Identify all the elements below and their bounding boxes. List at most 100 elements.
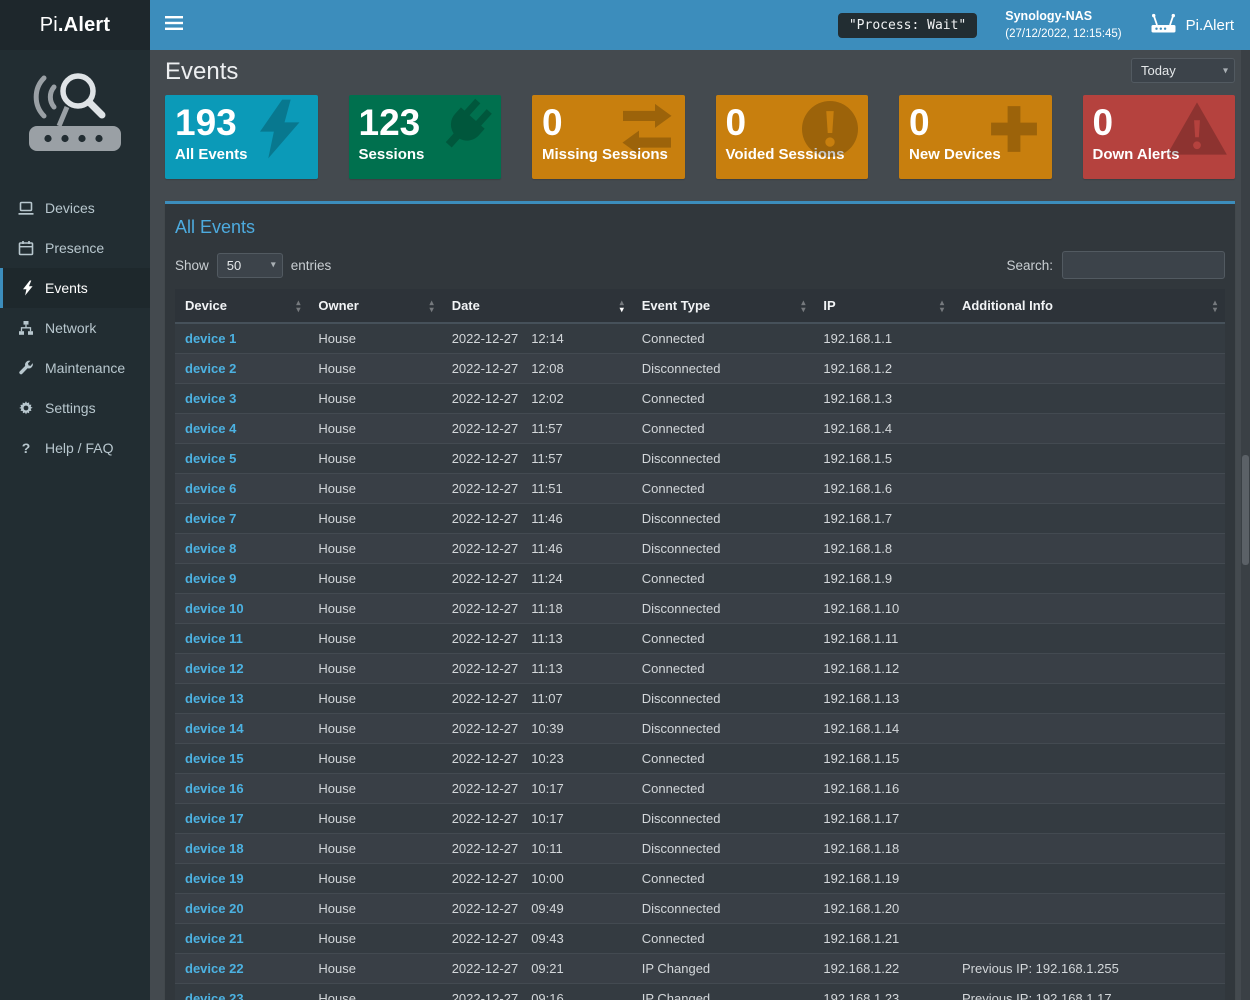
additional-info-cell <box>952 323 1225 354</box>
device-link[interactable]: device 23 <box>185 991 244 1000</box>
table-row: device 5 House 2022-12-2711:57 Disconnec… <box>175 444 1225 474</box>
event-type-cell: Connected <box>632 414 814 444</box>
device-link[interactable]: device 2 <box>185 361 236 376</box>
date-value: 2022-12-27 <box>452 331 519 346</box>
sidebar-item-maintenance[interactable]: Maintenance <box>0 348 150 388</box>
events-table-body: device 1 House 2022-12-2712:14 Connected… <box>175 323 1225 1000</box>
device-link[interactable]: device 12 <box>185 661 244 676</box>
scrollbar-thumb[interactable] <box>1242 455 1249 565</box>
date-value: 2022-12-27 <box>452 541 519 556</box>
column-header-additional-info[interactable]: Additional Info ▴▾ <box>952 289 1225 323</box>
time-value: 11:13 <box>531 661 563 676</box>
host-timestamp: (27/12/2022, 12:15:45) <box>1005 26 1121 42</box>
sidebar-toggle-button[interactable] <box>150 0 198 50</box>
owner-cell: House <box>308 504 441 534</box>
device-link[interactable]: device 6 <box>185 481 236 496</box>
sidebar-item-devices[interactable]: Devices <box>0 188 150 228</box>
additional-info-cell <box>952 714 1225 744</box>
column-header-ip[interactable]: IP ▴▾ <box>813 289 952 323</box>
calendar-icon <box>17 240 35 256</box>
ip-cell: 192.168.1.17 <box>813 804 952 834</box>
event-type-cell: Connected <box>632 323 814 354</box>
device-link[interactable]: device 16 <box>185 781 244 796</box>
ip-cell: 192.168.1.9 <box>813 564 952 594</box>
date-value: 2022-12-27 <box>452 361 519 376</box>
device-link[interactable]: device 9 <box>185 571 236 586</box>
device-cell: device 12 <box>175 654 308 684</box>
device-link[interactable]: device 22 <box>185 961 244 976</box>
device-link[interactable]: device 11 <box>185 631 243 646</box>
table-row: device 7 House 2022-12-2711:46 Disconnec… <box>175 504 1225 534</box>
search-label: Search: <box>1006 258 1053 273</box>
search-input[interactable] <box>1062 251 1225 279</box>
hamburger-icon <box>165 16 183 35</box>
device-link[interactable]: device 13 <box>185 691 244 706</box>
ip-cell: 192.168.1.5 <box>813 444 952 474</box>
event-type-cell: Disconnected <box>632 714 814 744</box>
device-cell: device 11 <box>175 624 308 654</box>
ip-cell: 192.168.1.23 <box>813 984 952 1000</box>
event-type-cell: Disconnected <box>632 354 814 384</box>
date-cell: 2022-12-2709:16 <box>442 984 632 1000</box>
sidebar-item-presence[interactable]: Presence <box>0 228 150 268</box>
event-type-cell: IP Changed <box>632 984 814 1000</box>
date-value: 2022-12-27 <box>452 991 519 1000</box>
date-cell: 2022-12-2712:02 <box>442 384 632 414</box>
device-link[interactable]: device 5 <box>185 451 236 466</box>
sidebar-item-network[interactable]: Network <box>0 308 150 348</box>
owner-cell: House <box>308 864 441 894</box>
stat-card-sessions: 123 Sessions <box>349 95 502 179</box>
event-type-cell: Connected <box>632 624 814 654</box>
column-header-event-type[interactable]: Event Type ▴▾ <box>632 289 814 323</box>
column-header-date[interactable]: Date ▴▾ <box>442 289 632 323</box>
sidebar-item-events[interactable]: Events <box>0 268 150 308</box>
time-value: 11:51 <box>531 481 563 496</box>
event-type-cell: Connected <box>632 744 814 774</box>
device-link[interactable]: device 7 <box>185 511 236 526</box>
column-header-device[interactable]: Device ▴▾ <box>175 289 308 323</box>
device-link[interactable]: device 20 <box>185 901 244 916</box>
search-control: Search: <box>1006 251 1225 279</box>
host-info: Synology-NAS (27/12/2022, 12:15:45) <box>1005 8 1121 42</box>
device-cell: device 5 <box>175 444 308 474</box>
date-value: 2022-12-27 <box>452 571 519 586</box>
page-size-select[interactable]: 50 <box>217 253 283 278</box>
device-link[interactable]: device 15 <box>185 751 244 766</box>
device-link[interactable]: device 8 <box>185 541 236 556</box>
period-select[interactable]: Today <box>1131 58 1235 83</box>
device-link[interactable]: device 14 <box>185 721 244 736</box>
device-link[interactable]: device 19 <box>185 871 244 886</box>
table-row: device 13 House 2022-12-2711:07 Disconne… <box>175 684 1225 714</box>
device-cell: device 15 <box>175 744 308 774</box>
stat-card-missing-sessions: 0 Missing Sessions <box>532 95 685 179</box>
additional-info-cell <box>952 774 1225 804</box>
date-cell: 2022-12-2710:23 <box>442 744 632 774</box>
device-link[interactable]: device 21 <box>185 931 244 946</box>
sidebar-item-settings[interactable]: Settings <box>0 388 150 428</box>
device-link[interactable]: device 17 <box>185 811 244 826</box>
date-value: 2022-12-27 <box>452 751 519 766</box>
time-value: 11:57 <box>531 421 563 436</box>
device-link[interactable]: device 18 <box>185 841 244 856</box>
router-icon <box>1150 13 1177 38</box>
device-link[interactable]: device 3 <box>185 391 236 406</box>
owner-cell: House <box>308 624 441 654</box>
date-value: 2022-12-27 <box>452 721 519 736</box>
event-type-cell: Disconnected <box>632 534 814 564</box>
device-link[interactable]: device 1 <box>185 331 236 346</box>
app-logo-text: Pi <box>40 14 58 37</box>
scrollbar[interactable] <box>1241 50 1250 1000</box>
sort-icon: ▴▾ <box>1213 299 1217 313</box>
device-link[interactable]: device 4 <box>185 421 236 436</box>
sidebar-item-help[interactable]: ? Help / FAQ <box>0 428 150 468</box>
all-events-panel: All Events Show 50 ▾ entries Search: <box>165 201 1235 1000</box>
sort-icon: ▴▾ <box>940 299 944 313</box>
device-link[interactable]: device 10 <box>185 601 244 616</box>
additional-info-cell <box>952 414 1225 444</box>
app-logo[interactable]: Pi.Alert <box>0 0 150 50</box>
entries-label: entries <box>291 258 332 273</box>
page-size-select-wrap: 50 ▾ <box>217 253 283 278</box>
date-cell: 2022-12-2710:11 <box>442 834 632 864</box>
column-header-owner[interactable]: Owner ▴▾ <box>308 289 441 323</box>
sort-icon: ▴▾ <box>296 299 300 313</box>
